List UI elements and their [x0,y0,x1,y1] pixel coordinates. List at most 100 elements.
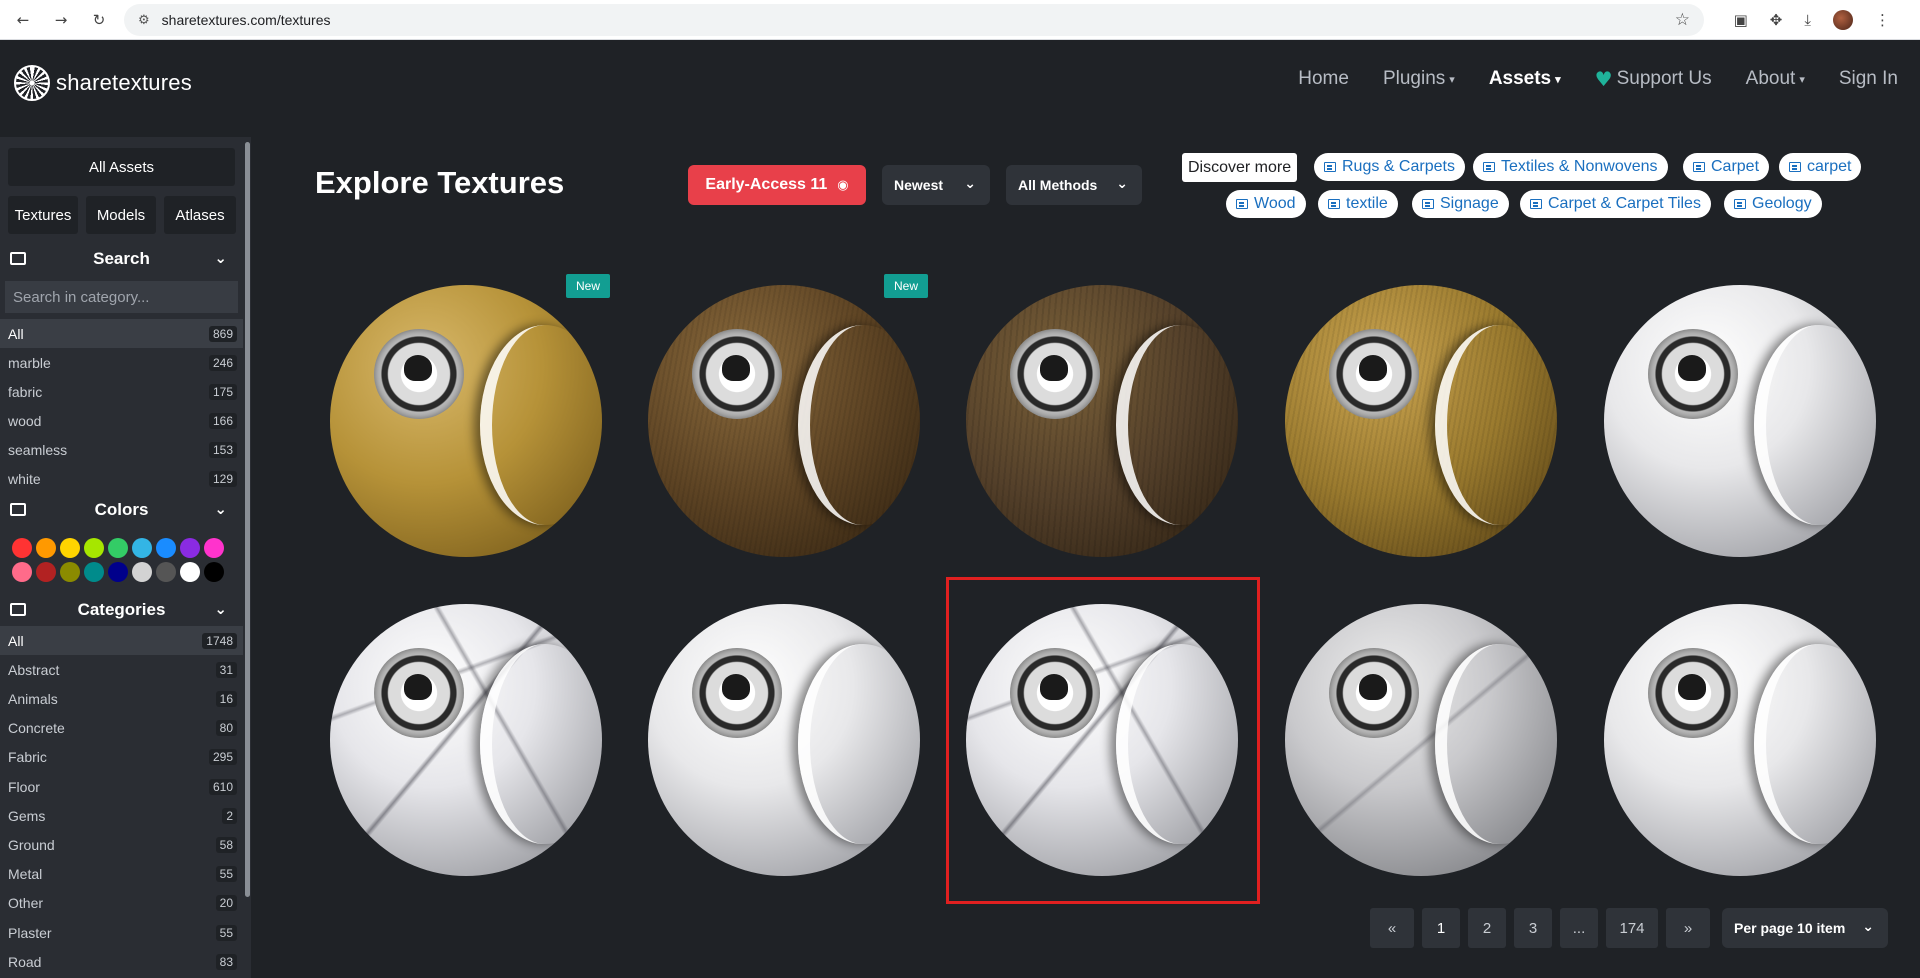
site-logo[interactable]: sharetextures [14,65,192,101]
category-row[interactable]: Fabric 295 [0,743,243,772]
page-button-2[interactable]: 2 [1468,908,1506,948]
count-badge: 20 [215,895,237,912]
color-swatch[interactable] [204,562,224,582]
color-swatch[interactable] [60,538,80,558]
tag-carpet-lower[interactable]: carpet [1779,153,1862,181]
categories-section-header[interactable]: Categories ⌄ [0,595,243,625]
color-swatch[interactable] [36,538,56,558]
category-row[interactable]: Floor 610 [0,772,243,801]
page-button-174[interactable]: 174 [1606,908,1658,948]
atlases-button[interactable]: Atlases [164,196,236,234]
texture-thumbnail [648,285,920,557]
texture-card[interactable] [628,594,923,894]
color-swatch[interactable] [180,538,200,558]
category-row[interactable]: Other 20 [0,889,243,918]
per-page-dropdown[interactable]: Per page 10 item ⌄ [1722,908,1888,948]
texture-card[interactable] [1584,275,1879,575]
methods-dropdown[interactable]: All Methods ⌄ [1006,165,1142,205]
tag-wood[interactable]: Wood [1226,190,1306,218]
site-header: sharetextures Home Plugins ▾ Assets ▾ ♥ Sup… [0,41,1920,137]
sidebar-scrollbar[interactable] [245,142,250,897]
colors-section-header[interactable]: Colors ⌄ [0,495,243,525]
arrow-left-icon[interactable]: ← [13,10,33,30]
profile-avatar[interactable] [1833,10,1853,30]
color-swatch[interactable] [180,562,200,582]
page-button-3[interactable]: 3 [1514,908,1552,948]
texture-card[interactable] [1265,594,1560,894]
screenshot-icon[interactable]: ▣ [1734,11,1748,29]
tag-textiles-nonwovens[interactable]: Textiles & Nonwovens [1473,153,1668,181]
reload-icon[interactable]: ↻ [89,10,109,30]
tag-geology[interactable]: Geology [1724,190,1822,218]
tag-signage[interactable]: Signage [1412,190,1509,218]
texture-card[interactable] [628,275,923,575]
color-swatch[interactable] [84,562,104,582]
extensions-icon[interactable]: ✥ [1770,11,1783,29]
arrow-right-icon[interactable]: → [51,10,71,30]
tag-icon [1483,162,1495,172]
page-button-1[interactable]: 1 [1422,908,1460,948]
more-menu-icon[interactable]: ⋮ [1875,11,1890,29]
color-swatch[interactable] [108,538,128,558]
category-row[interactable]: Abstract 31 [0,655,243,684]
address-bar[interactable]: ⚙ sharetextures.com/textures ☆ [124,4,1704,36]
color-swatch[interactable] [108,562,128,582]
tag-textile[interactable]: textile [1318,190,1398,218]
sort-dropdown[interactable]: Newest ⌄ [882,165,990,205]
category-row[interactable]: Concrete 80 [0,714,243,743]
tag-row-all[interactable]: All 869 [0,319,243,348]
texture-card[interactable] [310,594,605,894]
color-swatch[interactable] [132,538,152,558]
tag-rugs-carpets[interactable]: Rugs & Carpets [1314,153,1465,181]
color-swatch[interactable] [156,562,176,582]
nav-sign-in[interactable]: Sign In [1839,68,1898,90]
all-assets-button[interactable]: All Assets [8,148,235,186]
color-swatch[interactable] [12,562,32,582]
category-row[interactable]: Gems 2 [0,801,243,830]
category-row[interactable]: Plaster 55 [0,918,243,947]
download-icon[interactable]: ⤓ [1804,11,1811,29]
category-search-input[interactable] [5,281,238,313]
color-swatch[interactable] [156,538,176,558]
models-button[interactable]: Models [86,196,156,234]
nav-plugins[interactable]: Plugins ▾ [1383,68,1455,90]
tag-row-marble[interactable]: marble 246 [0,348,243,377]
nav-support-us[interactable]: ♥ Support Us [1595,67,1712,91]
color-swatch[interactable] [204,538,224,558]
count-badge: 295 [208,749,237,766]
chevron-down-icon: ⌄ [214,600,227,618]
tag-row-seamless[interactable]: seamless 153 [0,435,243,464]
early-access-button[interactable]: Early-Access 11 ◉ [688,165,866,205]
bookmark-star-icon[interactable]: ☆ [1675,10,1690,30]
category-row[interactable]: All 1748 [0,626,243,655]
nav-about[interactable]: About ▾ [1746,68,1805,90]
tag-carpet-tiles[interactable]: Carpet & Carpet Tiles [1520,190,1711,218]
texture-thumbnail [330,604,602,876]
textures-button[interactable]: Textures [8,196,78,234]
color-swatch[interactable] [36,562,56,582]
texture-card[interactable] [1265,275,1560,575]
site-info-icon[interactable]: ⚙ [138,13,150,28]
next-page-button[interactable]: » [1666,908,1710,948]
texture-card[interactable] [310,275,605,575]
color-swatch[interactable] [132,562,152,582]
tag-row-fabric[interactable]: fabric 175 [0,377,243,406]
category-row[interactable]: Road 83 [0,947,243,976]
nav-home[interactable]: Home [1298,68,1349,90]
prev-page-button[interactable]: « [1370,908,1414,948]
category-row[interactable]: Metal 55 [0,860,243,889]
category-row[interactable]: Ground 58 [0,830,243,859]
tag-carpet[interactable]: Carpet [1683,153,1770,181]
tag-icon [1422,199,1434,209]
color-swatch[interactable] [60,562,80,582]
tag-row-white[interactable]: white 129 [0,464,243,493]
count-badge: 166 [208,412,237,429]
category-row[interactable]: Animals 16 [0,684,243,713]
color-swatch[interactable] [84,538,104,558]
search-section-header[interactable]: Search ⌄ [0,244,243,274]
tag-row-wood[interactable]: wood 166 [0,406,243,435]
nav-assets[interactable]: Assets ▾ [1489,68,1561,90]
texture-card[interactable] [1584,594,1879,894]
color-swatch[interactable] [12,538,32,558]
texture-card[interactable] [946,275,1241,575]
